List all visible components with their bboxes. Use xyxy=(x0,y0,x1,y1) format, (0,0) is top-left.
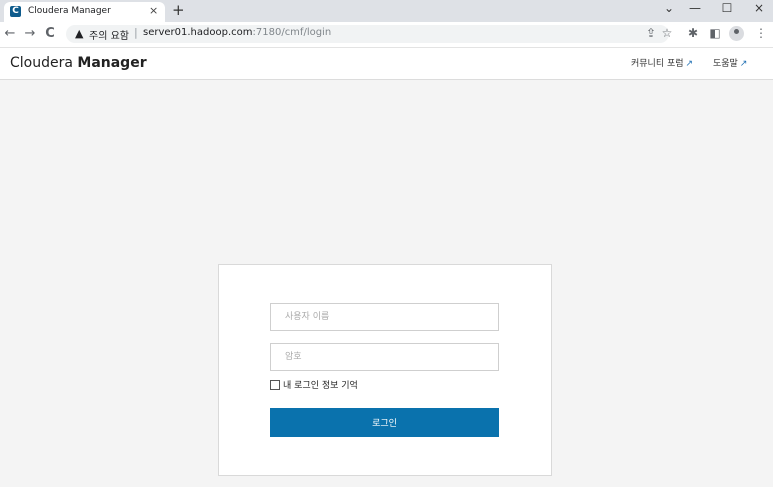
forward-icon[interactable]: → xyxy=(22,26,38,41)
external-link-icon: ↗ xyxy=(685,59,694,69)
tab-close-icon[interactable]: × xyxy=(149,4,158,17)
help-link[interactable]: 도움말 ↗ xyxy=(713,56,747,69)
url-separator: | xyxy=(134,26,138,39)
share-icon[interactable]: ⇪ xyxy=(644,26,658,40)
remember-me-label[interactable]: 내 로그인 정보 기억 xyxy=(283,378,358,391)
side-panel-icon[interactable]: ◧ xyxy=(708,26,722,40)
remember-me-checkbox[interactable] xyxy=(270,380,280,390)
browser-tab[interactable]: C Cloudera Manager × xyxy=(4,2,165,22)
help-label: 도움말 xyxy=(713,59,738,69)
tab-search-icon[interactable]: ⌄ xyxy=(658,1,680,15)
browser-menu-icon[interactable]: ⋮ xyxy=(754,26,768,40)
app-brand[interactable]: Cloudera Manager xyxy=(10,55,147,71)
cloudera-favicon-icon: C xyxy=(10,6,21,17)
url-text[interactable]: server01.hadoop.com:7180/cmf/login xyxy=(143,27,331,38)
community-forum-label: 커뮤니티 포럼 xyxy=(631,59,684,69)
url-path: :7180/cmf/login xyxy=(252,27,332,38)
reload-icon[interactable]: C xyxy=(42,26,58,41)
community-forum-link[interactable]: 커뮤니티 포럼 ↗ xyxy=(631,56,693,69)
profile-avatar-icon[interactable] xyxy=(729,26,744,41)
bookmark-star-icon[interactable]: ☆ xyxy=(660,26,674,40)
external-link-icon: ↗ xyxy=(739,59,748,69)
password-input[interactable] xyxy=(270,343,499,371)
maximize-icon[interactable]: ☐ xyxy=(716,1,738,15)
brand-bold-text: Manager xyxy=(77,55,147,71)
security-status-text[interactable]: 주의 요함 xyxy=(89,27,129,42)
brand-light-text: Cloudera xyxy=(10,55,78,71)
minimize-icon[interactable]: — xyxy=(684,1,706,15)
window-close-icon[interactable]: × xyxy=(748,1,770,15)
tab-title: Cloudera Manager xyxy=(28,6,111,16)
warning-triangle-icon[interactable]: ▲ xyxy=(75,27,83,40)
extensions-icon[interactable]: ✱ xyxy=(686,26,700,40)
login-button[interactable]: 로그인 xyxy=(270,408,499,437)
url-host: server01.hadoop.com xyxy=(143,27,253,38)
username-input[interactable] xyxy=(270,303,499,331)
new-tab-icon[interactable]: + xyxy=(172,1,185,19)
back-icon[interactable]: ← xyxy=(2,26,18,41)
